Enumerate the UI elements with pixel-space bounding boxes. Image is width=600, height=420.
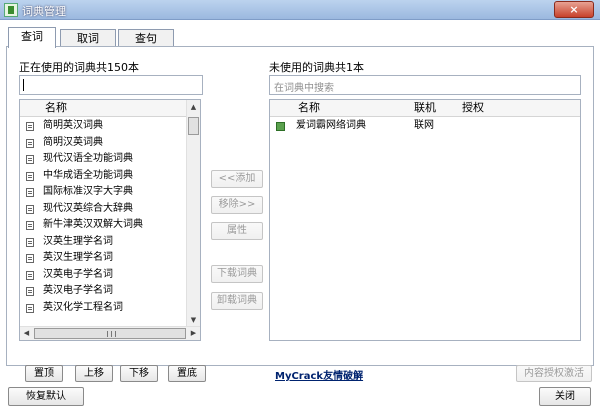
list-item-label: 汉英生理学名词 [43, 235, 113, 247]
list-item[interactable]: 英汉电子学名词 [20, 283, 187, 300]
list-item[interactable]: 现代汉语全功能词典 [20, 151, 187, 168]
list-item-label: 简明汉英词典 [43, 136, 103, 148]
column-header-name: 名称 [298, 101, 320, 114]
properties-button[interactable]: 属性 [211, 222, 263, 240]
restore-default-button[interactable]: 恢复默认 [8, 387, 84, 406]
tab-lookup-sentence[interactable]: 查句 [118, 29, 174, 47]
dictionary-icon [26, 188, 34, 197]
dictionary-icon [26, 171, 34, 181]
list-rows: 简明英汉词典 简明汉英词典 现代汉语全功能词典 中华成语全功能词典 国际标准汉字… [20, 118, 187, 316]
dictionary-icon [26, 254, 34, 263]
list-header: 名称 联机 授权 [270, 100, 580, 117]
tab-capture-word[interactable]: 取词 [60, 29, 116, 47]
left-count-label: 正在使用的词典共150本 [19, 61, 139, 74]
list-item[interactable]: 现代汉英综合大辞典 [20, 201, 187, 218]
horizontal-scrollbar[interactable]: ◀ ▶ [20, 326, 200, 340]
dictionary-icon [26, 204, 34, 214]
list-item-label: 汉英电子学名词 [43, 268, 113, 280]
list-item[interactable]: 简明英汉词典 [20, 118, 187, 135]
list-header: 名称 [20, 100, 187, 117]
move-up-button[interactable]: 上移 [75, 365, 113, 382]
list-item[interactable]: 中华成语全功能词典 [20, 168, 187, 185]
list-item[interactable]: 英汉化学工程名词 [20, 300, 187, 317]
scroll-down-icon[interactable]: ▼ [187, 313, 200, 327]
dictionary-icon [26, 122, 34, 131]
grip-icon [107, 331, 116, 337]
list-item[interactable]: 国际标准汉字大字典 [20, 184, 187, 201]
dialog-body: 查词 取词 查句 正在使用的词典共150本 未使用的词典共1本 在词典中搜索 名… [0, 20, 600, 420]
list-item-label: 简明英汉词典 [43, 120, 103, 131]
dictionary-icon [26, 221, 34, 230]
list-item[interactable]: 简明汉英词典 [20, 135, 187, 152]
list-item-label: 现代汉语全功能词典 [43, 153, 133, 164]
dictionary-icon [26, 287, 34, 296]
unused-dictionary-list[interactable]: 名称 联机 授权 爱词霸网络词典 联网 [269, 99, 581, 341]
right-count-label: 未使用的词典共1本 [269, 61, 364, 74]
scroll-right-icon[interactable]: ▶ [187, 327, 200, 340]
window-title: 词典管理 [22, 5, 66, 18]
list-item-label: 英汉化学工程名词 [43, 301, 123, 313]
title-bar: 词典管理 × [0, 0, 600, 20]
list-item[interactable]: 汉英电子学名词 [20, 267, 187, 284]
move-down-button[interactable]: 下移 [120, 365, 158, 382]
dictionary-icon [26, 155, 34, 164]
window-close-button[interactable]: × [554, 1, 594, 18]
dictionary-name: 爱词霸网络词典 [296, 120, 366, 131]
list-item[interactable]: 新牛津英汉双解大词典 [20, 217, 187, 234]
column-header-name: 名称 [45, 101, 67, 114]
list-item-label: 英汉生理学名词 [43, 252, 113, 263]
app-icon [4, 3, 18, 17]
crack-link[interactable]: MyCrack友情破解 [275, 367, 363, 382]
horizontal-scroll-thumb[interactable] [34, 328, 186, 339]
tab-lookup-word[interactable]: 查词 [8, 27, 56, 48]
download-dictionary-button[interactable]: 下载词典 [211, 265, 263, 283]
tab-panel: 正在使用的词典共150本 未使用的词典共1本 在词典中搜索 名称 简明英汉词典 … [6, 46, 594, 382]
close-button[interactable]: 关闭 [539, 387, 591, 406]
online-dictionary-icon [276, 122, 285, 131]
dictionary-online-status: 联网 [414, 120, 434, 131]
scroll-up-icon[interactable]: ▲ [187, 100, 200, 114]
right-search-input[interactable]: 在词典中搜索 [269, 75, 581, 95]
add-button[interactable]: <<添加 [211, 170, 263, 188]
list-item-label: 中华成语全功能词典 [43, 169, 133, 181]
column-header-online: 联机 [414, 101, 436, 114]
move-bottom-button[interactable]: 置底 [168, 365, 206, 382]
scroll-left-icon[interactable]: ◀ [20, 327, 33, 340]
list-item-label: 新牛津英汉双解大词典 [43, 219, 143, 230]
list-item[interactable]: 英汉生理学名词 [20, 250, 187, 267]
list-item-label: 英汉电子学名词 [43, 285, 113, 296]
column-header-auth: 授权 [462, 101, 484, 114]
dictionary-icon [26, 303, 34, 313]
move-top-button[interactable]: 置顶 [25, 365, 63, 382]
remove-button[interactable]: 移除>> [211, 196, 263, 214]
list-item-label: 国际标准汉字大字典 [43, 186, 133, 197]
vertical-scrollbar[interactable]: ▲ ▼ [186, 100, 200, 327]
used-dictionary-list[interactable]: 名称 简明英汉词典 简明汉英词典 现代汉语全功能词典 中华成语全功能词典 国际标… [19, 99, 201, 341]
table-row[interactable]: 爱词霸网络词典 联网 [270, 118, 580, 134]
list-item-label: 现代汉英综合大辞典 [43, 202, 133, 214]
content-license-activate-button[interactable]: 内容授权激活 [516, 365, 592, 382]
uninstall-dictionary-button[interactable]: 卸载词典 [211, 292, 263, 310]
list-item[interactable]: 汉英生理学名词 [20, 234, 187, 251]
dictionary-icon [26, 237, 34, 247]
dictionary-icon [26, 270, 34, 280]
left-search-input[interactable] [19, 75, 203, 95]
scroll-thumb[interactable] [188, 117, 199, 135]
dictionary-icon [26, 138, 34, 148]
